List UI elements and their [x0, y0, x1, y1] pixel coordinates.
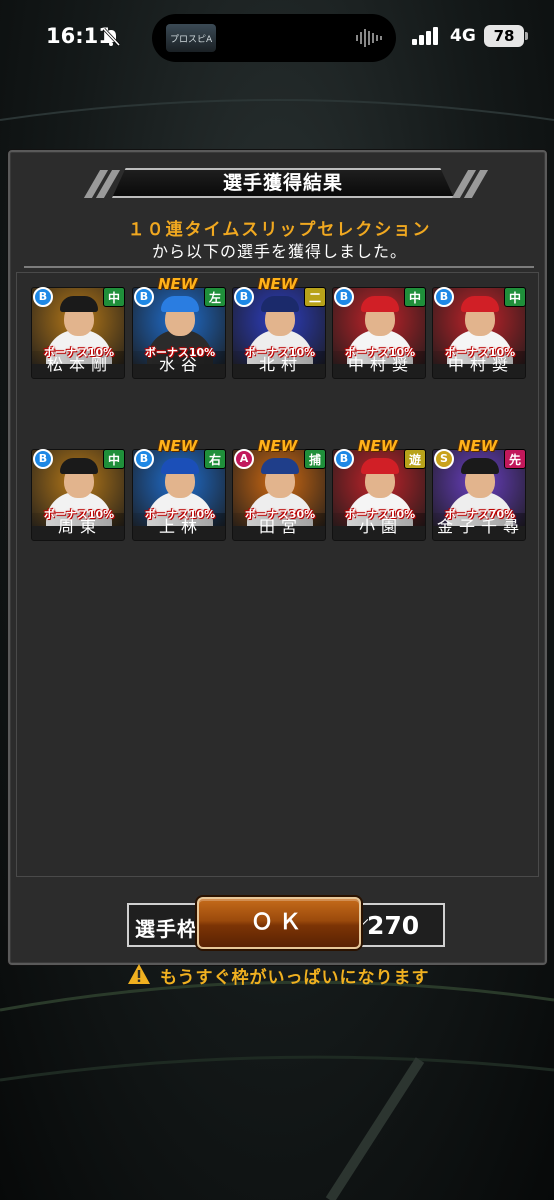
rank-badge: B	[134, 449, 154, 469]
player-name: 周東	[57, 517, 102, 536]
player-name: 小園	[358, 517, 403, 536]
network-type: 4G	[450, 26, 476, 46]
rank-badge: A	[234, 449, 254, 469]
battery-icon: 78	[484, 25, 524, 47]
rank-badge: B	[334, 287, 354, 307]
rank-badge: B	[334, 449, 354, 469]
new-badge: NEW	[158, 437, 198, 455]
player-cap	[461, 296, 499, 312]
warning-icon	[128, 964, 150, 984]
player-card[interactable]: ボーナス10% 上林 B 右 NEW	[132, 437, 226, 541]
player-cap	[361, 296, 399, 312]
position-badge: 中	[504, 287, 526, 307]
acquisition-message: から以下の選手を獲得しました。	[151, 242, 407, 261]
player-card[interactable]: ボーナス30% 田宮 A 捕 NEW	[232, 437, 326, 541]
player-cap	[461, 458, 499, 474]
capacity-warning: もうすぐ枠がいっぱいになります	[160, 968, 430, 988]
player-cap	[361, 458, 399, 474]
player-cap	[161, 296, 199, 312]
status-bar: 16:11 プロスピA 4G 78	[0, 0, 554, 76]
new-badge: NEW	[358, 437, 398, 455]
player-cap	[161, 458, 199, 474]
new-badge: NEW	[458, 437, 498, 455]
rank-badge: B	[234, 287, 254, 307]
player-card[interactable]: ボーナス70% 金子千尋 S 先 NEW	[432, 437, 526, 541]
selection-name: １０連タイムスリップセレクション	[127, 220, 432, 240]
player-card[interactable]: ボーナス10% 中村奨 B 中	[432, 281, 526, 379]
position-badge: 右	[204, 449, 226, 469]
dialog-header: 選手獲得結果	[68, 168, 498, 198]
player-name: 中村奨	[447, 355, 514, 374]
player-cap	[261, 296, 299, 312]
position-badge: 左	[204, 287, 226, 307]
player-card[interactable]: ボーナス10% 周東 B 中	[31, 443, 125, 541]
player-name: 北村	[258, 355, 303, 374]
new-badge: NEW	[258, 275, 298, 293]
rank-badge: S	[434, 449, 454, 469]
player-cap	[60, 458, 98, 474]
position-badge: 二	[304, 287, 326, 307]
rank-badge: B	[33, 449, 53, 469]
bell-muted-icon	[102, 27, 121, 47]
app-logo-icon: プロスピA	[166, 24, 216, 52]
player-card[interactable]: ボーナス10% 北村 B 二 NEW	[232, 275, 326, 379]
player-card[interactable]: ボーナス10% 小園 B 遊 NEW	[332, 437, 426, 541]
dynamic-island[interactable]: プロスピA	[152, 14, 396, 62]
position-badge: 中	[404, 287, 426, 307]
player-name: 中村奨	[347, 355, 414, 374]
rank-badge: B	[434, 287, 454, 307]
position-badge: 中	[103, 449, 125, 469]
capacity-max: 270	[367, 911, 420, 940]
new-badge: NEW	[258, 437, 298, 455]
player-name: 金子千尋	[436, 517, 525, 536]
player-results-panel: ボーナス10% 松本剛 B 中ボーナス10% 水谷 B 左 NEW ボーナス10% 北村 B 二 NEW…	[16, 272, 539, 988]
player-card[interactable]: ボーナス10% 水谷 B 左 NEW	[132, 275, 226, 379]
dialog-title: 選手獲得結果	[222, 172, 343, 194]
player-name: 上林	[158, 517, 203, 536]
rank-badge: B	[33, 287, 53, 307]
ok-button[interactable]: ＯＫ	[197, 897, 361, 949]
position-badge: 中	[103, 287, 125, 307]
player-name: 松本剛	[46, 355, 113, 374]
position-badge: 遊	[404, 449, 426, 469]
player-card[interactable]: ボーナス10% 松本剛 B 中	[31, 281, 125, 379]
position-badge: 先	[504, 449, 526, 469]
position-badge: 捕	[304, 449, 326, 469]
acquisition-result-dialog: 選手獲得結果 １０連タイムスリップセレクション から以下の選手を獲得しました。 …	[8, 150, 547, 988]
rank-badge: B	[134, 287, 154, 307]
player-name: 田宮	[258, 517, 303, 536]
battery-tip	[525, 32, 528, 40]
cellular-signal-icon	[412, 27, 438, 45]
player-cap	[261, 458, 299, 474]
player-cap	[60, 296, 98, 312]
new-badge: NEW	[158, 275, 198, 293]
player-card[interactable]: ボーナス10% 中村奨 B 中	[332, 281, 426, 379]
player-name: 水谷	[158, 355, 203, 374]
audio-wave-icon	[356, 29, 382, 47]
divider	[24, 266, 534, 268]
